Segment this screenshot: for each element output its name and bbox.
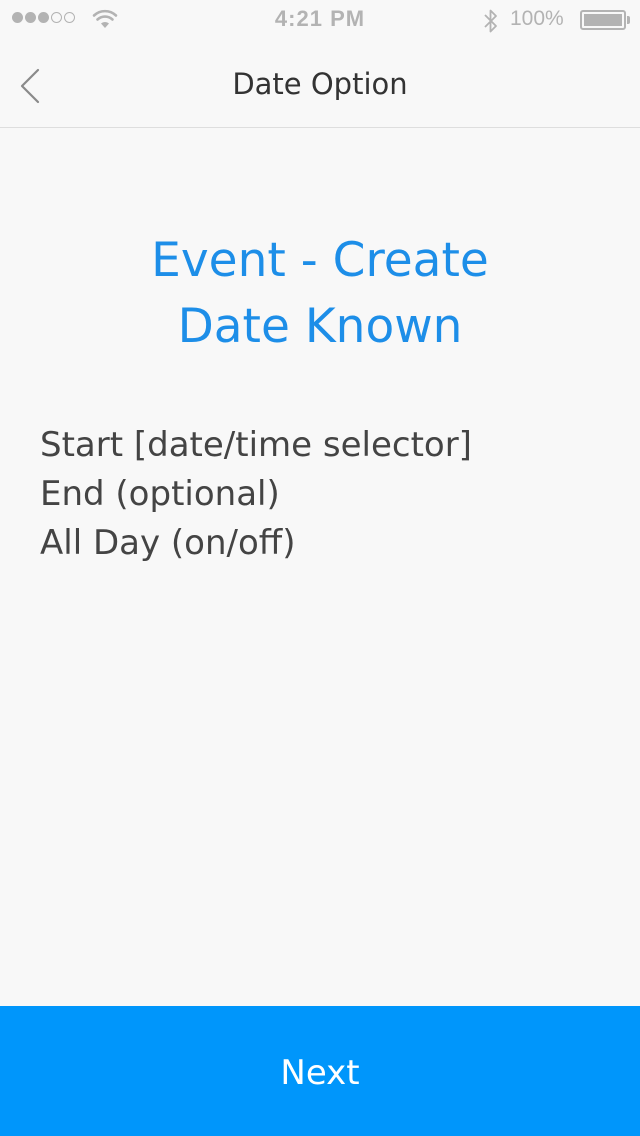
battery-icon: [580, 10, 630, 30]
option-end: End (optional): [40, 474, 280, 514]
screen: 4:21 PM 100% Date Option Event - Create …: [0, 0, 640, 1136]
option-start: Start [date/time selector]: [40, 425, 472, 465]
heading-line-2: Date Known: [177, 299, 463, 354]
battery-percent: 100%: [510, 7, 564, 30]
date-options-list: Start [date/time selector] End (optional…: [40, 421, 472, 568]
heading-line-1: Event - Create: [151, 233, 489, 288]
option-all-day: All Day (on/off): [40, 523, 296, 563]
nav-bar: Date Option: [0, 40, 640, 128]
status-bar: 4:21 PM 100%: [0, 0, 640, 40]
page-title: Date Option: [232, 67, 408, 101]
event-heading: Event - Create Date Known: [0, 228, 640, 360]
bluetooth-icon: [484, 9, 497, 33]
next-button[interactable]: Next: [0, 1006, 640, 1136]
